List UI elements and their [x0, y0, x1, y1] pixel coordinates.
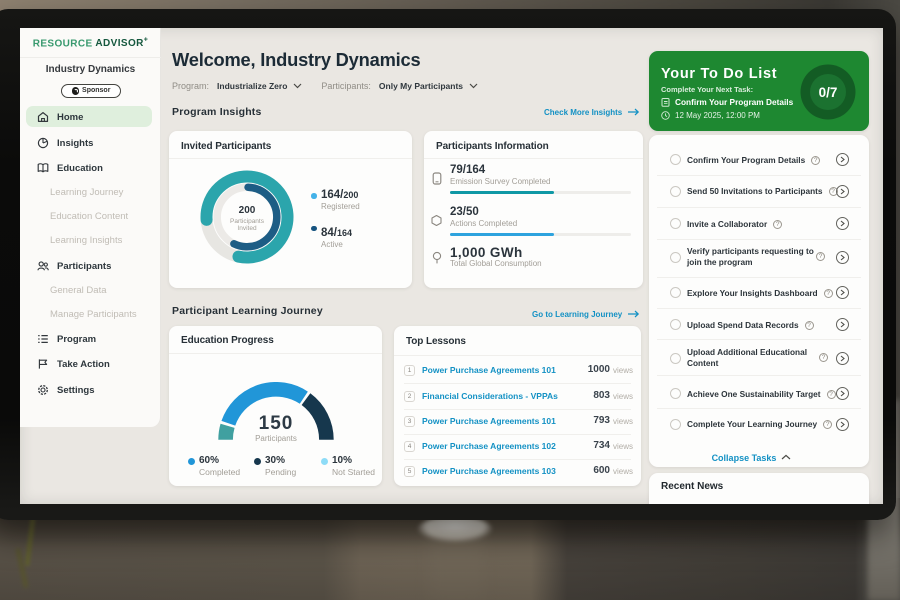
- svg-text:0/7: 0/7: [819, 85, 838, 100]
